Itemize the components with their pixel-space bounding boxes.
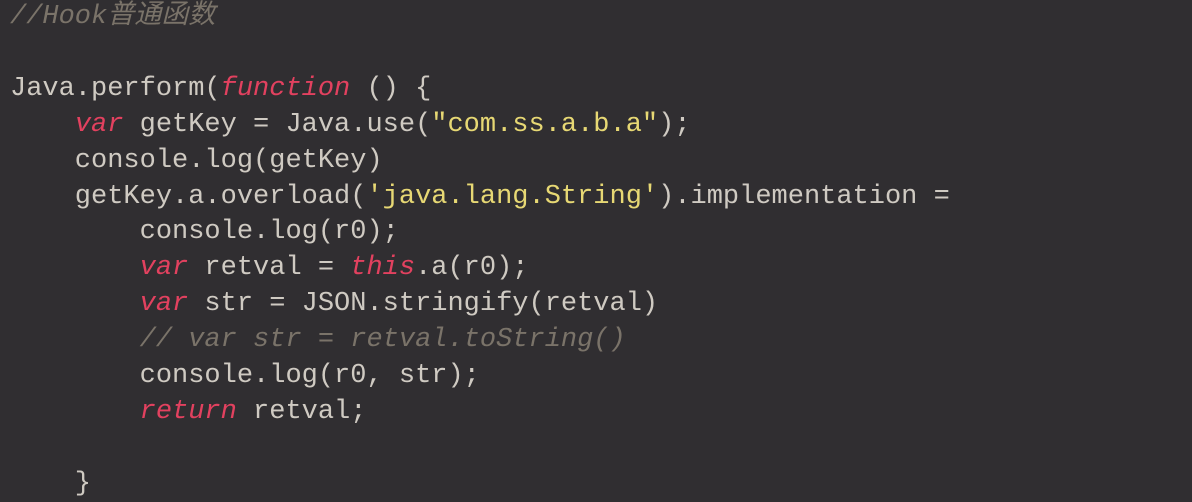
code-line: var getKey = Java.use("com.ss.a.b.a"); bbox=[10, 110, 691, 140]
code-line: } bbox=[10, 469, 91, 499]
code-line: console.log(r0); bbox=[10, 217, 399, 247]
code-line: Java.perform(function () { bbox=[10, 74, 431, 104]
code-line: getKey.a.overload('java.lang.String').im… bbox=[10, 182, 966, 212]
code-line: console.log(getKey) bbox=[10, 146, 383, 176]
code-line: console.log(r0, str); bbox=[10, 361, 480, 391]
code-line: return retval; bbox=[10, 397, 366, 427]
code-line: var retval = this.a(r0); bbox=[10, 253, 529, 283]
code-comment: //Hook普通函数 bbox=[10, 2, 215, 32]
code-block: //Hook普通函数 Java.perform(function () { va… bbox=[0, 0, 1192, 502]
code-line: // var str = retval.toString() bbox=[10, 325, 626, 355]
code-line: var str = JSON.stringify(retval) bbox=[10, 289, 658, 319]
